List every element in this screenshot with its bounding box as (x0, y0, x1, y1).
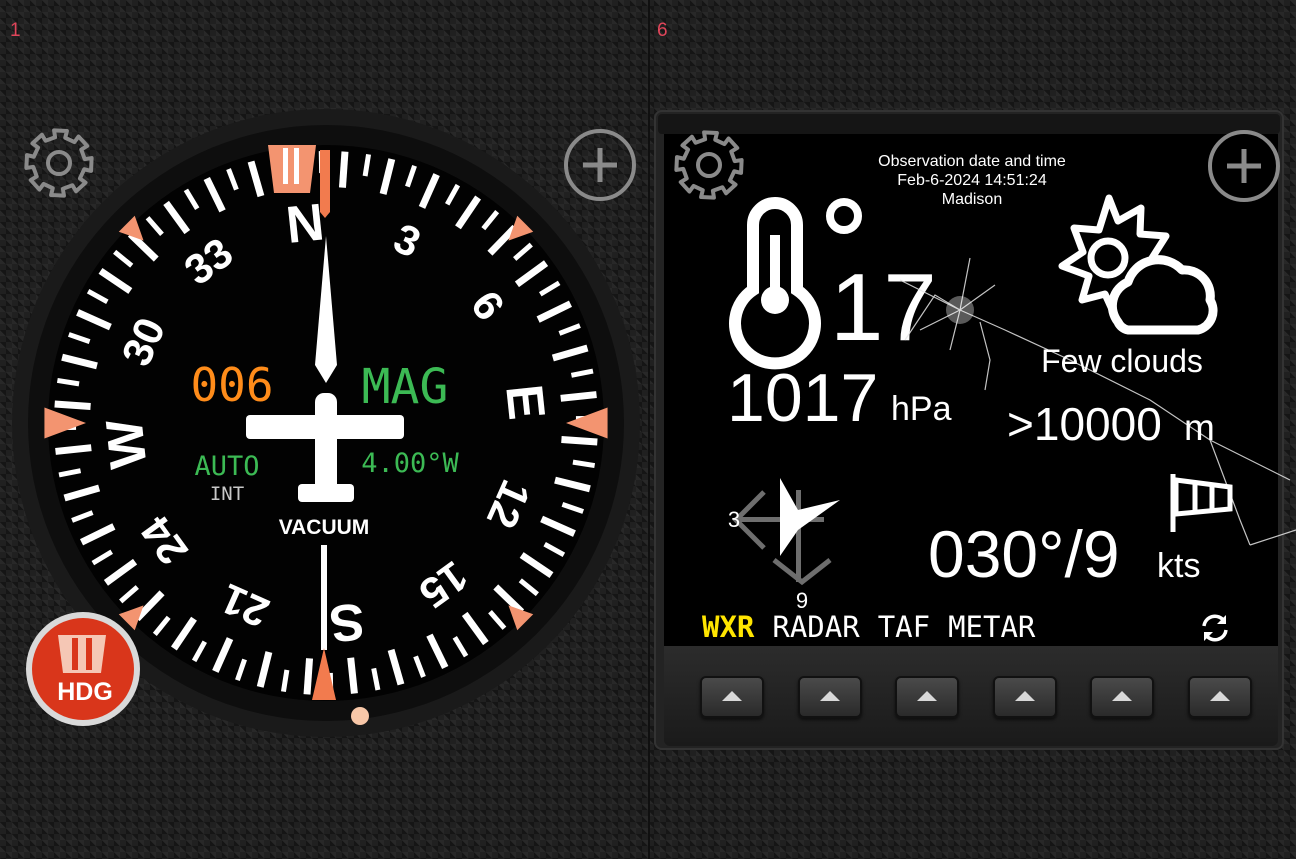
wind-arrow (780, 478, 840, 556)
windsock-icon (1170, 474, 1233, 532)
compass-tick (560, 391, 597, 402)
weather-tab-bar: WXR RADAR TAF METAR (702, 610, 1035, 644)
add-instrument-button[interactable] (1206, 128, 1282, 204)
tab-metar[interactable]: METAR (948, 610, 1035, 644)
compass-tick (362, 153, 372, 177)
tab-wxr[interactable]: WXR (702, 610, 754, 644)
compass-tick (561, 435, 598, 446)
wind-grid-label-left: 3 (728, 507, 740, 532)
heading-indicator-gauge: N 36E1215S2124W3033 006 MAG AUTO INT 4.00… (12, 109, 640, 737)
compass-tick (55, 444, 92, 455)
temperature-value: 17 (830, 254, 937, 361)
degree-symbol-icon (826, 198, 862, 234)
wind-unit: kts (1157, 547, 1200, 585)
settings-button[interactable] (22, 126, 96, 200)
compass-tick (56, 377, 80, 387)
wind-grid-vertical (796, 490, 801, 582)
hdg-button-label: HDG (57, 678, 113, 706)
compass-tick (338, 151, 349, 188)
softkey-6[interactable] (1187, 676, 1252, 718)
observation-label: Observation date and time (878, 153, 1066, 170)
compass-label: E (494, 382, 555, 423)
weather-panel: 6 Observation date and time Feb-6-2024 1… (650, 0, 1296, 859)
add-instrument-button[interactable] (562, 127, 638, 203)
pressure-unit: hPa (891, 390, 952, 428)
station-name: Madison (942, 191, 1002, 208)
heading-knob-indicator (351, 707, 369, 725)
observation-datetime: Feb-6-2024 14:51:24 (897, 172, 1047, 189)
heading-bug-icon (58, 635, 106, 673)
thermometer-icon (729, 197, 821, 370)
gear-icon (24, 128, 94, 198)
compass-tick (572, 459, 596, 469)
heading-bug-stripe-left (283, 148, 288, 184)
pressure-value: 1017 (727, 360, 878, 436)
lubber-line-top (320, 150, 330, 218)
visibility-unit: m (1184, 407, 1215, 448)
compass-tick (280, 669, 290, 693)
hdg-sync-button[interactable]: HDG (24, 610, 142, 728)
wind-direction-diagram: 3 9 (728, 478, 840, 613)
power-source-label: VACUUM (279, 516, 370, 539)
refresh-icon (1202, 614, 1228, 642)
tab-taf[interactable]: TAF (878, 610, 930, 644)
softkey-5[interactable] (1090, 676, 1154, 718)
compass-tick (303, 658, 314, 695)
refresh-button[interactable] (1198, 611, 1232, 645)
visibility-value: >10000 (1007, 398, 1162, 450)
hdg-button-graphic: HDG (26, 612, 140, 726)
sync-mode-label: AUTO (194, 451, 259, 482)
sync-source-label: INT (210, 483, 244, 505)
softkey-up-arrow-icon (722, 691, 742, 701)
sky-condition: Few clouds (1041, 343, 1203, 379)
compass-tick (54, 400, 91, 411)
heading-bug-shape (268, 145, 316, 193)
softkey-up-arrow-icon (819, 691, 840, 701)
softkey-4[interactable] (992, 676, 1057, 718)
softkey-3[interactable] (895, 676, 959, 718)
softkey-1[interactable] (700, 676, 764, 718)
heading-bug-stripe-right (294, 148, 299, 184)
plus-icon (1208, 130, 1280, 202)
gear-icon (674, 130, 744, 200)
wind-value: 030°/9 (928, 517, 1120, 591)
compass-label: S (327, 591, 368, 652)
partly-cloudy-icon (1058, 194, 1218, 335)
wind-grid-bottom-chevron (772, 558, 832, 586)
lubber-line-bottom (321, 545, 327, 650)
softkey-up-arrow-icon (917, 691, 937, 701)
softkey-up-arrow-icon (1112, 691, 1132, 701)
softkey-up-arrow-icon (1014, 691, 1035, 701)
variation-readout: 4.00°W (361, 448, 459, 479)
softkey-up-arrow-icon (1209, 691, 1230, 701)
compass-label: W (96, 416, 159, 472)
settings-button[interactable] (672, 128, 746, 202)
heading-bug (268, 145, 316, 193)
tab-radar[interactable]: RADAR (772, 610, 859, 644)
compass-tick (347, 657, 358, 694)
crack-impact (946, 296, 974, 324)
softkey-2[interactable] (797, 676, 862, 718)
reference-mode-label: MAG (362, 359, 449, 415)
heading-readout: 006 (190, 358, 273, 412)
heading-indicator-panel: 1 N 3 6 E 12 15 S 21 24 W 30 33 006 MAG … (0, 0, 648, 859)
plus-icon (564, 129, 636, 201)
